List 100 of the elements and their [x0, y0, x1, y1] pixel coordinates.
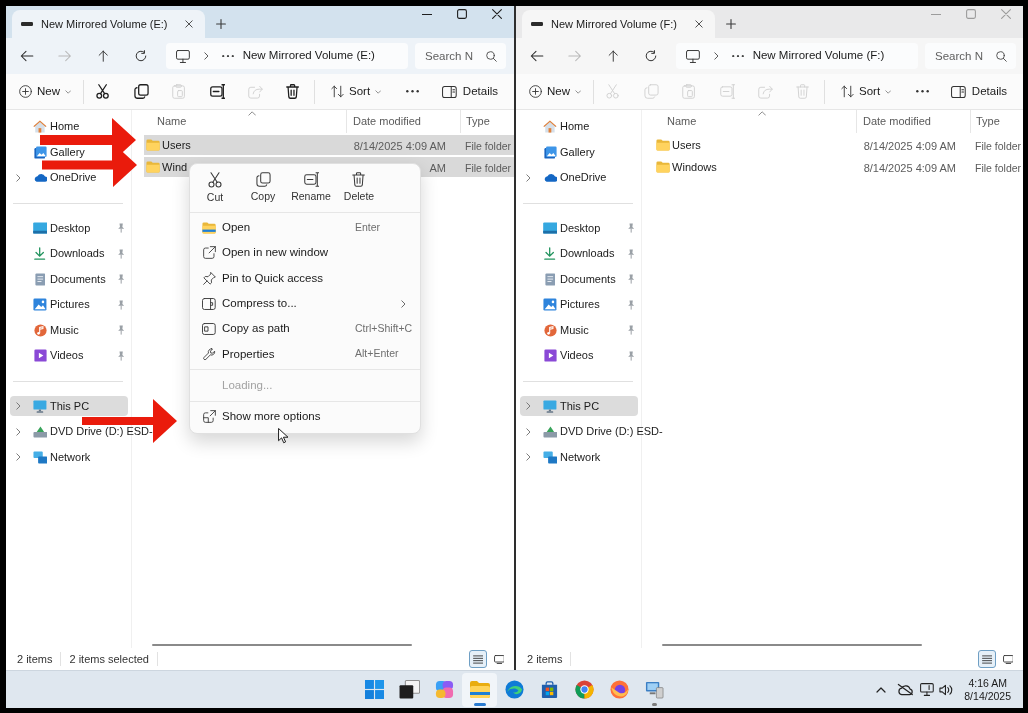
- address-bar[interactable]: New Mirrored Volume (E:): [166, 43, 408, 69]
- details-view-button[interactable]: [978, 650, 996, 668]
- search-icon: [486, 50, 497, 62]
- horizontal-scrollbar[interactable]: [152, 644, 412, 646]
- nav-item[interactable]: Home: [520, 120, 590, 134]
- menu-item[interactable]: Pin to Quick access: [194, 265, 416, 291]
- nav-item[interactable]: Network: [520, 450, 601, 464]
- search-field[interactable]: Search N: [415, 43, 506, 69]
- nav-item[interactable]: OneDrive: [10, 171, 97, 185]
- nav-item[interactable]: Downloads: [10, 247, 128, 261]
- shortcut-text: Enter: [355, 219, 381, 235]
- plus-icon: [726, 19, 736, 29]
- nav-item[interactable]: This PC: [520, 396, 638, 417]
- desktop-icon: [32, 222, 48, 235]
- folder-icon: [656, 161, 671, 173]
- column-header[interactable]: Date modified: [856, 110, 970, 133]
- pin-icon: [202, 271, 216, 285]
- details-view-button[interactable]: [469, 650, 487, 668]
- close-icon: [695, 20, 703, 28]
- search-field[interactable]: Search N: [925, 43, 1016, 69]
- tab[interactable]: New Mirrored Volume (F:): [522, 10, 715, 38]
- caret-down-icon: [575, 89, 582, 94]
- file-row[interactable]: Users 8/14/2025 4:09 AM File folder: [144, 135, 514, 155]
- copy-button[interactable]: Copy: [239, 166, 287, 208]
- nav-item[interactable]: Network: [10, 450, 91, 464]
- network-icon: [542, 450, 558, 464]
- open-external-icon: [202, 246, 216, 260]
- file-name: Users: [162, 137, 191, 153]
- caret-down-icon: [65, 89, 72, 94]
- file-row[interactable]: Windows 8/14/2025 4:09 AM File folder: [654, 157, 1023, 177]
- nav-item[interactable]: Gallery: [520, 145, 595, 159]
- shortcut-text: Alt+Enter: [355, 346, 399, 362]
- details-button[interactable]: Details: [436, 77, 504, 106]
- start-icon: [365, 680, 384, 699]
- nav-item[interactable]: Home: [10, 120, 80, 134]
- new-button[interactable]: New: [13, 77, 72, 106]
- copy-icon: [255, 172, 271, 187]
- copy-path-icon: [202, 322, 216, 335]
- clock-time[interactable]: 4:16 AM: [968, 676, 1007, 690]
- cut-button[interactable]: Cut: [191, 166, 239, 208]
- details-button[interactable]: Details: [945, 77, 1013, 106]
- sort-button[interactable]: Sort: [835, 77, 898, 106]
- rename-icon: [303, 172, 319, 187]
- file-type: File folder: [465, 140, 512, 152]
- file-name: Windows: [672, 159, 717, 175]
- music-icon: [33, 323, 47, 337]
- new-tab-button[interactable]: [213, 16, 229, 32]
- menu-item[interactable]: Open in new window: [194, 240, 416, 266]
- menu-item[interactable]: Properties Alt+Enter: [194, 341, 416, 367]
- menu-item[interactable]: Open Enter: [194, 215, 416, 241]
- sort-button[interactable]: Sort: [325, 77, 388, 106]
- status-text: 2 items: [527, 651, 563, 667]
- cloud-icon: [542, 173, 558, 183]
- delete-button[interactable]: Delete: [335, 166, 383, 208]
- browser-icon: [505, 680, 524, 699]
- sort-icon: [841, 85, 854, 98]
- new-button[interactable]: New: [523, 77, 582, 106]
- tiles-view-icon: [493, 654, 505, 664]
- shortcut-text: Ctrl+Shift+C: [355, 320, 413, 336]
- menu-item[interactable]: Copy as path Ctrl+Shift+C: [194, 316, 416, 342]
- nav-item[interactable]: Music: [520, 323, 638, 337]
- nav-item[interactable]: Gallery: [10, 145, 85, 159]
- close-icon: [185, 20, 193, 28]
- cloud-off-icon: [896, 683, 914, 696]
- nav-item[interactable]: This PC: [10, 396, 128, 417]
- nav-item[interactable]: Documents: [10, 272, 128, 286]
- rename-button[interactable]: Rename: [287, 166, 335, 208]
- swirl-icon: [435, 680, 454, 699]
- monitor-icon: [920, 683, 935, 696]
- maximize-icon: [965, 9, 976, 19]
- column-header[interactable]: Type: [970, 110, 1023, 133]
- nav-item[interactable]: Downloads: [520, 247, 638, 261]
- clock-date[interactable]: 8/14/2025: [964, 689, 1011, 703]
- house-icon: [543, 120, 557, 134]
- address-bar[interactable]: New Mirrored Volume (F:): [676, 43, 918, 69]
- nav-item[interactable]: Videos: [520, 349, 638, 363]
- menu-item[interactable]: Compress to...: [194, 290, 416, 317]
- nav-item[interactable]: Music: [10, 323, 128, 337]
- nav-item[interactable]: Pictures: [10, 298, 128, 312]
- new-tab-button[interactable]: [723, 16, 739, 32]
- nav-item[interactable]: Desktop: [520, 221, 638, 235]
- nav-item[interactable]: Pictures: [520, 298, 638, 312]
- nav-item[interactable]: OneDrive: [520, 171, 607, 185]
- horizontal-scrollbar[interactable]: [662, 644, 922, 646]
- nav-item[interactable]: Desktop: [10, 221, 128, 235]
- tab[interactable]: New Mirrored Volume (E:): [12, 10, 205, 38]
- details-pane-icon: [442, 85, 457, 98]
- nav-item[interactable]: DVD Drive (D:) ESD-: [10, 425, 153, 439]
- file-row[interactable]: Users 8/14/2025 4:09 AM File folder: [654, 135, 1023, 155]
- nav-item[interactable]: Documents: [520, 272, 638, 286]
- nav-item[interactable]: DVD Drive (D:) ESD-: [520, 425, 663, 439]
- nav-item[interactable]: Videos: [10, 349, 128, 363]
- plus-circle-icon: [19, 85, 32, 98]
- folder-icon: [469, 681, 490, 698]
- ellipsis-icon: [916, 90, 929, 93]
- column-header[interactable]: Name: [144, 110, 346, 133]
- disc-drive-icon: [32, 425, 48, 439]
- column-header[interactable]: Name: [654, 110, 856, 133]
- column-header[interactable]: Date modified: [346, 110, 460, 133]
- menu-item[interactable]: Show more options: [194, 404, 416, 430]
